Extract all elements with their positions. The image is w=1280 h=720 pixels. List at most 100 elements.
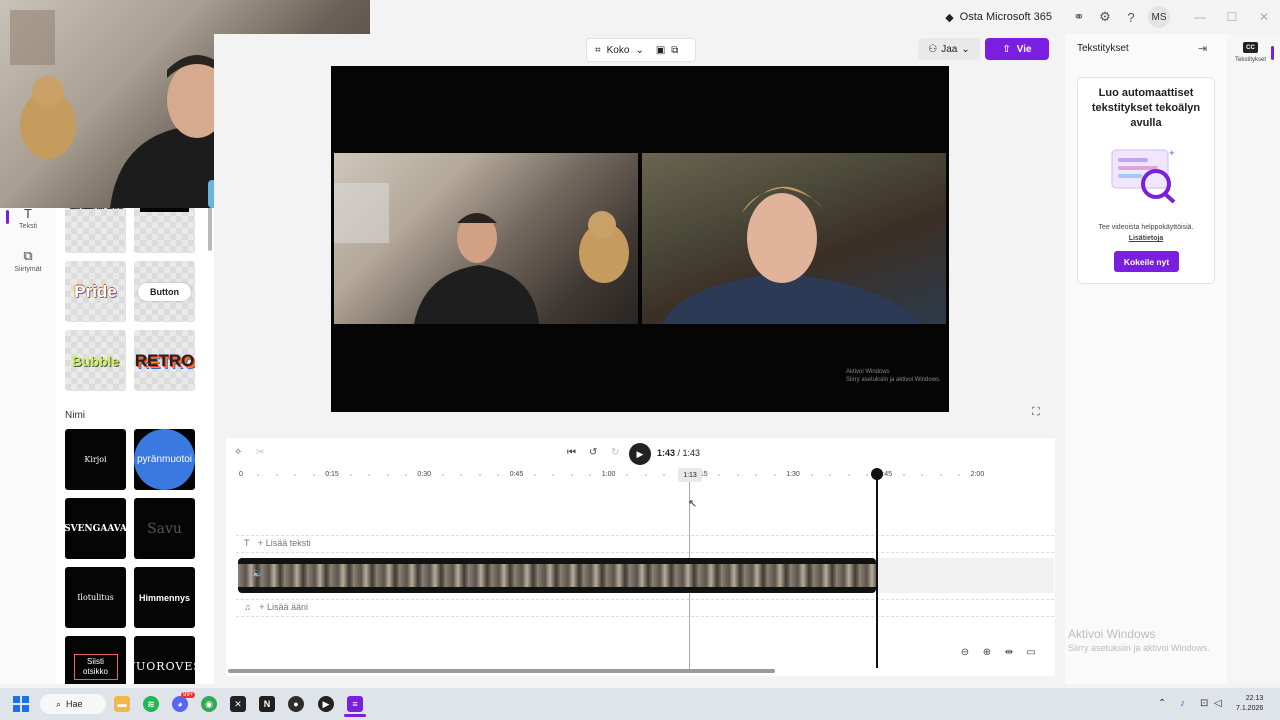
collapse-panel-icon[interactable]: ⇥ [1198, 42, 1207, 55]
x-app-icon[interactable]: ✕ [230, 696, 246, 712]
text-style-button[interactable]: Button [134, 261, 195, 322]
forward-icon[interactable]: ↻ [611, 447, 619, 458]
timeline-layout-icon[interactable]: ▭ [1022, 643, 1040, 661]
playhead[interactable] [876, 470, 878, 668]
play-icon: ▶ [636, 448, 644, 459]
speaker-icon[interactable]: ◁ [1214, 698, 1222, 709]
ruler-tick [478, 474, 481, 476]
avatar[interactable]: MS [1148, 6, 1170, 28]
video-frame-left [334, 153, 638, 324]
chevron-up-icon[interactable]: ⌃ [1158, 698, 1166, 709]
skip-back-icon[interactable]: ⏮ [567, 447, 576, 458]
activate-windows-watermark: Aktivoi Windows Siirry asetuksiin ja akt… [846, 368, 941, 384]
current-time: 1:43 [657, 448, 676, 458]
diamond-icon: ◆ [945, 11, 954, 24]
fit-timeline-icon[interactable]: ⇹ [1000, 643, 1018, 661]
playhead-handle[interactable] [871, 468, 883, 480]
help-icon[interactable]: ? [1118, 10, 1144, 25]
taskbar-clock[interactable]: 22.13 7.1.2026 [1236, 694, 1263, 714]
spotify-icon[interactable]: ≋ [143, 696, 159, 712]
learn-more-link[interactable]: Lisätietoja [1082, 233, 1210, 244]
fullscreen-icon[interactable]: ⛶ [1032, 406, 1040, 419]
title-template-circle: pyränmuotoi [134, 429, 195, 490]
camera-icon[interactable]: ▣ [656, 45, 665, 56]
microphone-icon[interactable]: ♪ [1180, 698, 1185, 709]
captions-rail-label[interactable]: Tekstitykset [1229, 57, 1272, 63]
ruler-tick [441, 474, 444, 476]
captions-desc-text: Tee videoista helppokäyttöisiä. [1098, 224, 1194, 231]
text-style-bubble[interactable]: Bubble [65, 330, 126, 391]
clock-date: 7.1.2026 [1236, 705, 1264, 712]
title-template-siisti-otsikko[interactable]: Siisti otsikko [65, 636, 126, 684]
magic-tool-icon[interactable]: ✧ [234, 447, 242, 458]
file-explorer-icon[interactable]: ▬ [114, 696, 130, 712]
ruler-tick [404, 474, 407, 476]
video-track-empty [876, 558, 1054, 593]
clipchamp-icon[interactable]: ≡ [347, 696, 363, 712]
zoom-out-icon[interactable]: ⊖ [956, 643, 974, 661]
export-label: Vie [1016, 43, 1032, 55]
buy-microsoft-365-label: Osta Microsoft 365 [959, 11, 1052, 23]
title-template-savu[interactable]: Savu [134, 498, 195, 559]
media-player-icon[interactable]: ▶ [318, 696, 334, 712]
rail-item-text[interactable]: T Teksti [0, 206, 56, 230]
panel-scrollbar[interactable] [208, 206, 212, 251]
split-icon[interactable]: ✂ [256, 447, 264, 458]
windows-start-icon[interactable] [13, 696, 29, 712]
video-preview[interactable]: Aktivoi Windows Siirry asetuksiin ja akt… [331, 66, 949, 412]
taskbar-search[interactable]: ⌕ Hae [40, 694, 106, 714]
maximize-button[interactable]: ☐ [1216, 10, 1248, 24]
ruler-tick [275, 474, 278, 476]
minimize-button[interactable]: — [1184, 10, 1216, 24]
title-template-label: Himmennys [138, 592, 191, 603]
discord-icon[interactable]: ◕ [172, 696, 188, 712]
rewind-icon[interactable]: ↺ [589, 447, 597, 458]
ruler-tick [644, 474, 647, 476]
ruler-tick [810, 474, 813, 476]
title-template-vuoroves[interactable]: VUOROVES [134, 636, 195, 684]
zoom-in-icon[interactable]: ⊕ [978, 643, 996, 661]
ruler-tick [939, 474, 942, 476]
ruler-label: 2:00 [970, 471, 985, 478]
title-template-ilotulitus[interactable]: Ilotulitus [65, 567, 126, 628]
video-clip[interactable]: 🔈 [238, 558, 876, 593]
volume-icon[interactable]: 🔈 [252, 568, 263, 579]
title-template-svengaava[interactable]: SVENGAAVA [65, 498, 126, 559]
active-app-indicator [344, 714, 366, 717]
text-style-retro[interactable]: RETRO [134, 330, 195, 391]
title-template-label: Siisti otsikko [73, 653, 118, 680]
text-style-pride[interactable]: Pride [65, 261, 126, 322]
video-frame-right [642, 153, 946, 324]
obs-icon[interactable]: ● [288, 696, 304, 712]
cc-icon[interactable]: CC [1243, 42, 1258, 53]
screen-record-icon[interactable]: ⧉ [671, 45, 678, 56]
hover-time-label: 1:13 [678, 468, 702, 482]
canvas-size-control[interactable]: ⌗ Koko ⌄ ▣ ⧉ [586, 38, 696, 62]
section-title: Nimi [65, 410, 85, 421]
rail-item-transitions[interactable]: ⧉ Siirtymät [0, 248, 56, 273]
search-icon: ⌕ [56, 698, 62, 709]
activate-windows-title: Aktivoi Windows [1068, 627, 1156, 641]
upload-icon: ⇧ [1002, 43, 1011, 55]
chrome-icon[interactable]: ◉ [201, 696, 217, 712]
text-track-lane[interactable] [236, 535, 1054, 553]
audio-track-lane[interactable] [236, 599, 1054, 617]
gear-icon[interactable]: ⚙ [1092, 9, 1118, 25]
share-button[interactable]: ⚇ Jaa ⌄ [918, 38, 980, 60]
close-button[interactable]: ✕ [1248, 10, 1280, 24]
title-template-kirjoi[interactable]: Kirjoi [65, 429, 126, 490]
title-template-himmennys[interactable]: Himmennys [134, 567, 195, 628]
watermark-line: Siirry asetuksiin ja aktivoi Windows. [846, 377, 941, 383]
title-template-pyoranmuoto[interactable]: pyränmuotoi [134, 429, 195, 490]
play-button[interactable]: ▶ [629, 443, 651, 465]
buy-microsoft-365-button[interactable]: ◆ Osta Microsoft 365 [945, 11, 1052, 24]
ruler-label: 0:30 [417, 471, 432, 478]
export-button[interactable]: ⇧ Vie [985, 38, 1049, 60]
n-app-icon[interactable]: N [259, 696, 275, 712]
try-now-button[interactable]: Kokeile nyt [1114, 251, 1179, 272]
network-icon[interactable]: ⊡ [1200, 698, 1208, 709]
link-icon[interactable]: ⚭ [1066, 9, 1092, 25]
timeline-scrollbar[interactable] [228, 669, 775, 673]
chevron-down-icon: ⌄ [635, 44, 644, 56]
ruler-label: 0:45 [509, 471, 524, 478]
